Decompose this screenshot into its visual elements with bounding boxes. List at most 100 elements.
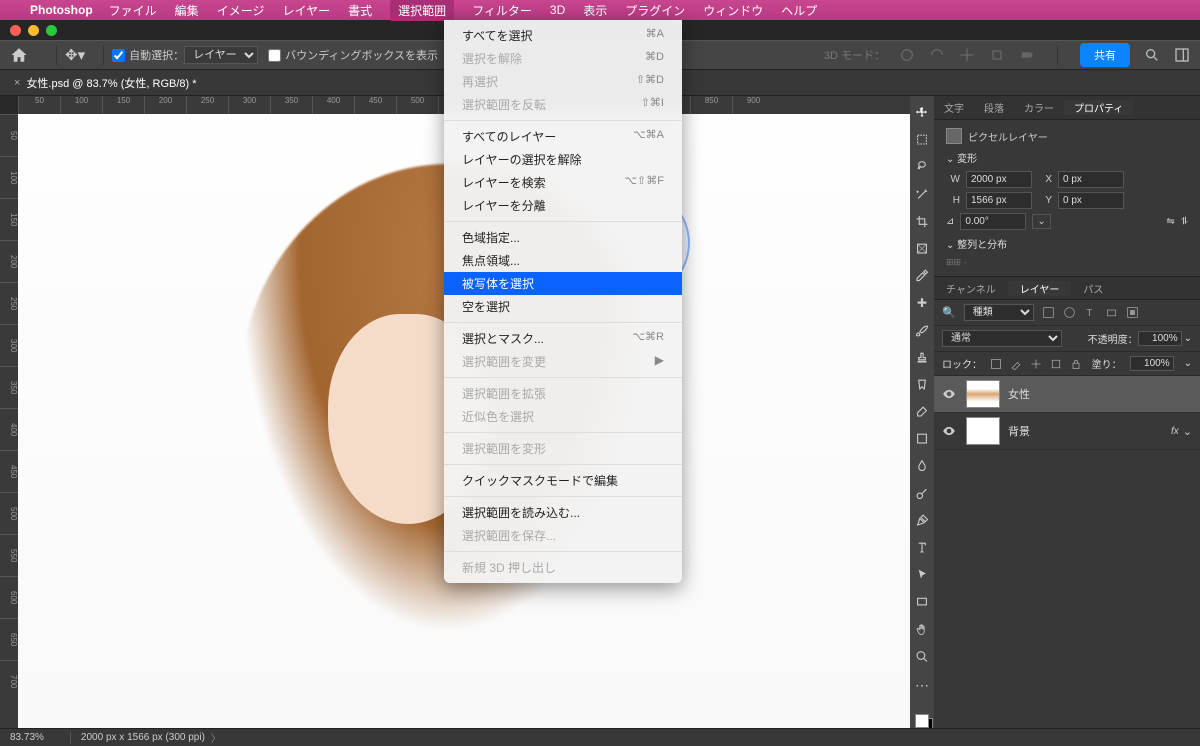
dodge-tool-icon[interactable] <box>914 487 930 500</box>
move-tool-icon[interactable] <box>914 106 930 119</box>
filter-pixel-icon[interactable] <box>1042 306 1055 319</box>
menu-item[interactable]: 選択とマスク...⌥⌘R <box>444 327 682 350</box>
share-button[interactable]: 共有 <box>1080 43 1130 67</box>
app-name[interactable]: Photoshop <box>30 3 93 17</box>
y-input[interactable] <box>1058 192 1124 209</box>
menu-ウィンドウ[interactable]: ウィンドウ <box>703 2 763 19</box>
status-arrow-icon[interactable]: 〉 <box>211 730 221 745</box>
close-tab-icon[interactable]: × <box>14 77 20 89</box>
menu-item[interactable]: すべてを選択⌘A <box>444 24 682 47</box>
edit-toolbar-icon[interactable]: ⋯ <box>915 677 929 694</box>
home-icon[interactable] <box>10 46 28 64</box>
menu-item[interactable]: 色域指定... <box>444 226 682 249</box>
menu-プラグイン[interactable]: プラグイン <box>625 2 685 19</box>
menu-選択範囲[interactable]: 選択範囲 <box>390 0 454 21</box>
panel-tab[interactable]: 段落 <box>974 100 1014 115</box>
x-input[interactable] <box>1058 171 1124 188</box>
zoom-value[interactable]: 83.73% <box>10 732 44 743</box>
workspace-icon[interactable] <box>1174 47 1190 63</box>
menu-item[interactable]: 選択範囲を読み込む... <box>444 501 682 524</box>
visibility-icon[interactable] <box>942 387 956 401</box>
angle-dropdown[interactable]: ⌄ <box>1032 214 1050 229</box>
width-input[interactable] <box>966 171 1032 188</box>
stamp-tool-icon[interactable] <box>914 351 930 364</box>
pen-tool-icon[interactable] <box>914 514 930 527</box>
opacity-input[interactable] <box>1138 331 1182 346</box>
menu-表示[interactable]: 表示 <box>583 2 607 19</box>
fx-badge[interactable]: fx <box>1171 426 1179 437</box>
flip-v-icon[interactable]: ⥮ <box>1181 216 1188 227</box>
filter-smart-icon[interactable] <box>1126 306 1139 319</box>
path-select-icon[interactable] <box>914 568 930 581</box>
crop-tool-icon[interactable] <box>914 215 930 228</box>
gradient-tool-icon[interactable] <box>914 432 930 445</box>
menu-item[interactable]: 焦点領域... <box>444 249 682 272</box>
menu-item[interactable]: 空を選択 <box>444 295 682 318</box>
panel-tab[interactable]: プロパティ <box>1064 100 1133 115</box>
hand-tool-icon[interactable] <box>914 623 930 636</box>
healing-tool-icon[interactable] <box>914 296 930 309</box>
width-label: W <box>946 174 960 185</box>
menu-item[interactable]: レイヤーを検索⌥⇧⌘F <box>444 171 682 194</box>
close-window-icon[interactable] <box>10 25 21 36</box>
menu-item[interactable]: 被写体を選択 <box>444 272 682 295</box>
frame-tool-icon[interactable] <box>914 242 930 255</box>
menu-編集[interactable]: 編集 <box>175 2 199 19</box>
move-tool-icon[interactable]: ✥▾ <box>65 46 85 64</box>
zoom-tool-icon[interactable] <box>914 650 930 663</box>
menu-レイヤー[interactable]: レイヤー <box>282 2 330 19</box>
filter-search-icon[interactable]: 🔍 <box>942 306 956 319</box>
filter-type-dropdown[interactable]: 種類 <box>964 304 1034 321</box>
filter-adjust-icon[interactable] <box>1063 306 1076 319</box>
flip-h-icon[interactable]: ⇋ <box>1166 216 1174 227</box>
brush-tool-icon[interactable] <box>914 324 930 337</box>
menu-ヘルプ[interactable]: ヘルプ <box>781 2 817 19</box>
lock-all-icon[interactable] <box>1070 358 1082 370</box>
menu-item[interactable]: レイヤーの選択を解除 <box>444 148 682 171</box>
lock-position-icon[interactable] <box>1030 358 1042 370</box>
filter-type-icon[interactable]: T <box>1084 306 1097 319</box>
rectangle-tool-icon[interactable] <box>914 595 930 608</box>
panel-tab[interactable]: カラー <box>1014 100 1064 115</box>
transform-section-header[interactable]: 変形 <box>946 150 1188 165</box>
menu-フィルター[interactable]: フィルター <box>472 2 532 19</box>
layer-row[interactable]: 背景 fx⌄ <box>934 413 1200 450</box>
color-swatch[interactable] <box>915 714 929 728</box>
panel-tab[interactable]: レイヤー <box>1008 281 1072 296</box>
marquee-tool-icon[interactable] <box>914 133 930 146</box>
height-input[interactable] <box>966 192 1032 209</box>
menu-item[interactable]: すべてのレイヤー⌥⌘A <box>444 125 682 148</box>
menu-item[interactable]: クイックマスクモードで編集 <box>444 469 682 492</box>
filter-shape-icon[interactable] <box>1105 306 1118 319</box>
lock-artboard-icon[interactable] <box>1050 358 1062 370</box>
blend-mode-dropdown[interactable]: 通常 <box>942 330 1062 347</box>
align-section-header[interactable]: 整列と分布 <box>946 236 1188 251</box>
lasso-tool-icon[interactable] <box>914 160 930 173</box>
menu-書式[interactable]: 書式 <box>348 2 372 19</box>
minimize-window-icon[interactable] <box>28 25 39 36</box>
auto-select-dropdown[interactable]: レイヤー <box>184 46 258 64</box>
eyedropper-tool-icon[interactable] <box>914 269 930 282</box>
visibility-icon[interactable] <box>942 424 956 438</box>
history-brush-icon[interactable] <box>914 378 930 391</box>
panel-tab[interactable]: チャンネル <box>934 281 1008 296</box>
search-icon[interactable] <box>1144 47 1160 63</box>
menu-ファイル[interactable]: ファイル <box>109 2 157 19</box>
menu-3D[interactable]: 3D <box>550 3 565 17</box>
lock-pixels-icon[interactable] <box>990 358 1002 370</box>
eraser-tool-icon[interactable] <box>914 405 930 418</box>
magic-wand-tool-icon[interactable] <box>914 188 930 201</box>
zoom-window-icon[interactable] <box>46 25 57 36</box>
panel-tab[interactable]: 文字 <box>934 100 974 115</box>
layer-row[interactable]: 女性 <box>934 376 1200 413</box>
lock-brush-icon[interactable] <box>1010 358 1022 370</box>
menu-イメージ[interactable]: イメージ <box>217 2 265 19</box>
menu-item[interactable]: レイヤーを分離 <box>444 194 682 217</box>
bbox-checkbox[interactable] <box>268 49 281 62</box>
angle-input[interactable] <box>960 213 1026 230</box>
fill-input[interactable] <box>1130 356 1174 371</box>
type-tool-icon[interactable] <box>914 541 930 554</box>
auto-select-checkbox[interactable] <box>112 49 125 62</box>
blur-tool-icon[interactable] <box>914 459 930 472</box>
panel-tab[interactable]: パス <box>1071 281 1115 296</box>
